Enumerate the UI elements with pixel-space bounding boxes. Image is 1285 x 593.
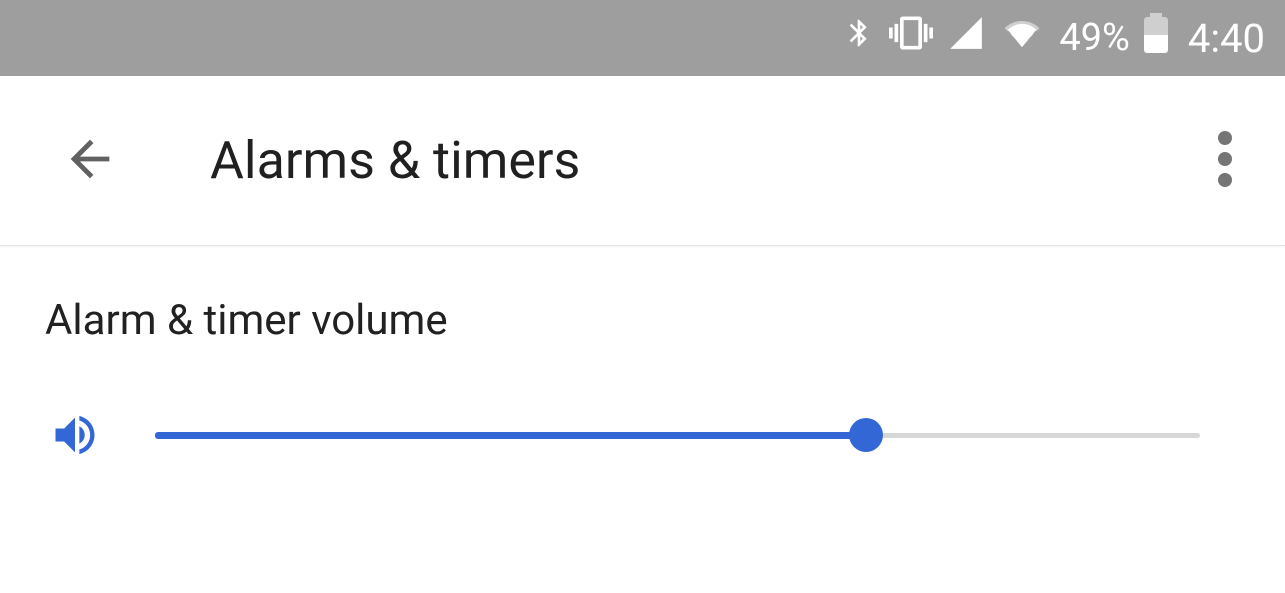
clock-label: 4:40 — [1188, 15, 1265, 62]
status-icons: 49% 4:40 — [843, 11, 1265, 65]
battery-percent-label: 49% — [1059, 16, 1130, 60]
wifi-icon — [999, 14, 1045, 62]
back-arrow-icon — [61, 130, 119, 192]
content-area: Alarm & timer volume — [0, 246, 1285, 515]
app-bar: Alarms & timers — [0, 76, 1285, 246]
volume-slider[interactable] — [155, 415, 1200, 455]
volume-section-label: Alarm & timer volume — [45, 296, 1240, 345]
slider-fill — [155, 432, 866, 439]
volume-icon — [45, 405, 105, 465]
vibrate-icon — [889, 11, 933, 65]
volume-slider-row — [45, 405, 1240, 465]
status-bar: 49% 4:40 — [0, 0, 1285, 76]
battery-icon — [1144, 13, 1168, 63]
back-button[interactable] — [50, 121, 130, 201]
cellular-signal-icon — [947, 14, 985, 62]
more-vert-icon — [1218, 131, 1232, 191]
slider-thumb[interactable] — [849, 418, 883, 452]
page-title: Alarms & timers — [210, 130, 1195, 191]
overflow-menu-button[interactable] — [1195, 121, 1255, 201]
bluetooth-icon — [843, 11, 875, 65]
